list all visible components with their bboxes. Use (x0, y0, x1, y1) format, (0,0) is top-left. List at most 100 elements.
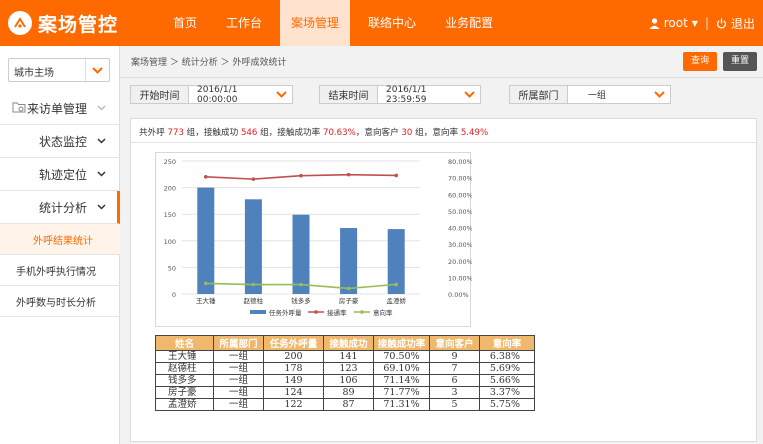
summary-text: ，意向客户 (355, 128, 402, 138)
table-row: 孟澄娇 一组 122 87 71.31% 5 5.75% (155, 398, 535, 411)
col-rate: 接触成功率 (373, 335, 430, 351)
nav-home[interactable]: 首页 (162, 0, 208, 46)
series-point (251, 177, 256, 181)
y2-tick-label: 20.00% (448, 258, 472, 266)
chart-svg: 0 50 100 150 200 250 0.00% 10.00% 20.00% 30.00% 40… (164, 158, 473, 317)
y2-tick-label: 30.00% (448, 241, 472, 249)
y-tick-label: 200 (164, 185, 176, 193)
x-tick-label: 孟澄娇 (386, 296, 406, 305)
cell-intent: 3 (429, 386, 480, 399)
sidebar-item-label: 轨迹定位 (38, 167, 87, 182)
department-select[interactable]: 所属部门 一组 (509, 85, 671, 104)
app-logo[interactable]: 案场管控 (8, 8, 118, 38)
sidebar-item-status-monitor[interactable]: 状态监控 (0, 125, 120, 158)
chevron-down-icon[interactable] (270, 86, 292, 103)
caret-down-icon[interactable]: ▼ (692, 19, 698, 28)
start-time-value[interactable]: 2016/1/1 00:00:00 (189, 85, 270, 105)
col-success: 接触成功 (323, 335, 374, 351)
summary-total: 773 (167, 128, 184, 138)
nav-site-management[interactable]: 案场管理 (280, 0, 351, 46)
top-header: 案场管控 首页 工作台 案场管理 联络中心 业务配置 root ▼ | 退出 (0, 0, 763, 46)
nav-contact-center[interactable]: 联络中心 (357, 0, 427, 46)
reset-button[interactable]: 重置 (723, 52, 758, 71)
city-select[interactable]: 城市主场 (8, 58, 110, 82)
cell-name: 王大锤 (155, 350, 214, 363)
chevron-down-icon (97, 204, 106, 210)
cell-success: 141 (323, 350, 374, 363)
series-point (346, 172, 351, 177)
cell-success: 89 (323, 386, 374, 399)
col-dept: 所属部门 (213, 335, 264, 351)
department-value[interactable]: 一组 (568, 86, 648, 103)
chevron-down-icon (97, 171, 106, 177)
y-tick-label: 100 (164, 238, 176, 246)
sidebar-item-visit-orders[interactable]: 来访单管理 (0, 92, 120, 125)
nav-workbench[interactable]: 工作台 (215, 0, 273, 46)
cell-dept: 一组 (213, 350, 264, 363)
cell-calls: 149 (263, 374, 324, 387)
cell-success: 123 (323, 362, 374, 375)
cell-intent: 5 (429, 398, 480, 411)
user-icon (649, 17, 660, 29)
series-point (299, 282, 303, 287)
y2-tick-label: 10.00% (448, 274, 472, 282)
chevron-down-icon[interactable] (85, 59, 109, 81)
y2-tick-label: 60.00% (448, 191, 472, 199)
start-time-field[interactable]: 开始时间 2016/1/1 00:00:00 (130, 85, 293, 105)
y-tick-label: 50 (168, 264, 176, 272)
cell-dept: 一组 (213, 362, 264, 375)
cell-intent-rate: 5.75% (479, 398, 535, 411)
divider: | (704, 16, 709, 30)
cell-rate: 71.14% (373, 374, 430, 387)
y2-tick-label: 0.00% (448, 291, 469, 299)
sidebar-sub-call-duration[interactable]: 外呼数与时长分析 (0, 286, 120, 317)
end-time-label: 结束时间 (320, 86, 378, 103)
y2-tick-label: 50.00% (448, 208, 472, 216)
summary-rate: 70.63% (322, 128, 356, 138)
results-panel: 共外呼 773 组，接触成功 546 组，接触成功率 70.63%，意向客户 3… (130, 118, 757, 442)
folder-icon (12, 102, 26, 113)
cell-rate: 71.77% (373, 386, 430, 399)
end-time-field[interactable]: 结束时间 2016/1/1 23:59:59 (319, 85, 481, 105)
sidebar-item-statistics[interactable]: 统计分析 (0, 191, 120, 224)
col-calls: 任务外呼量 (263, 335, 324, 351)
sidebar-item-track-location[interactable]: 轨迹定位 (0, 158, 120, 191)
summary-text: 组，意向率 (412, 128, 461, 138)
series-point (204, 281, 208, 286)
cell-intent: 9 (429, 350, 480, 363)
bar-1 (244, 199, 262, 294)
cell-rate: 71.31% (373, 398, 430, 411)
y-tick-label: 0 (172, 291, 176, 299)
chevron-down-icon (97, 105, 106, 111)
cell-dept: 一组 (213, 374, 264, 387)
logout-link[interactable]: 退出 (731, 15, 755, 32)
main-content: 案场管理 ＞ 统计分析 ＞ 外呼成效统计 查询 重置 开始时间 2016/1/1… (120, 46, 763, 444)
power-icon[interactable] (716, 17, 727, 29)
user-name[interactable]: root (664, 16, 688, 30)
cell-intent-rate: 6.38% (479, 350, 535, 363)
legend-swatch (250, 310, 266, 314)
bar-2 (292, 214, 310, 294)
summary-text: 组，接触成功 (183, 128, 241, 138)
col-name: 姓名 (155, 335, 214, 351)
breadcrumb: 案场管理 ＞ 统计分析 ＞ 外呼成效统计 (131, 58, 287, 68)
legend-swatch-point (314, 310, 318, 314)
chevron-down-icon[interactable] (458, 86, 480, 103)
nav-business-config[interactable]: 业务配置 (434, 0, 504, 46)
y-tick-label: 250 (164, 158, 176, 166)
chevron-down-icon[interactable] (648, 86, 670, 103)
sidebar-item-label: 状态监控 (38, 134, 87, 149)
department-label: 所属部门 (510, 86, 568, 103)
end-time-value[interactable]: 2016/1/1 23:59:59 (378, 85, 458, 105)
results-table: 姓名 所属部门 任务外呼量 接触成功 接触成功率 意向客户 意向率 王大锤 一组… (155, 335, 535, 411)
start-time-label: 开始时间 (131, 86, 189, 103)
cell-dept: 一组 (213, 386, 264, 399)
cell-intent: 6 (429, 374, 480, 387)
sidebar-sub-call-results[interactable]: 外呼结果统计 (0, 224, 120, 255)
table-row: 王大锤 一组 200 141 70.50% 9 6.38% (155, 350, 535, 363)
app-title: 案场管控 (38, 13, 119, 36)
sidebar-sub-mobile-calls[interactable]: 手机外呼执行情况 (0, 255, 120, 286)
table-row: 钱多多 一组 149 106 71.14% 6 5.66% (155, 374, 535, 387)
query-button[interactable]: 查询 (683, 52, 718, 71)
bar-3 (340, 228, 358, 294)
